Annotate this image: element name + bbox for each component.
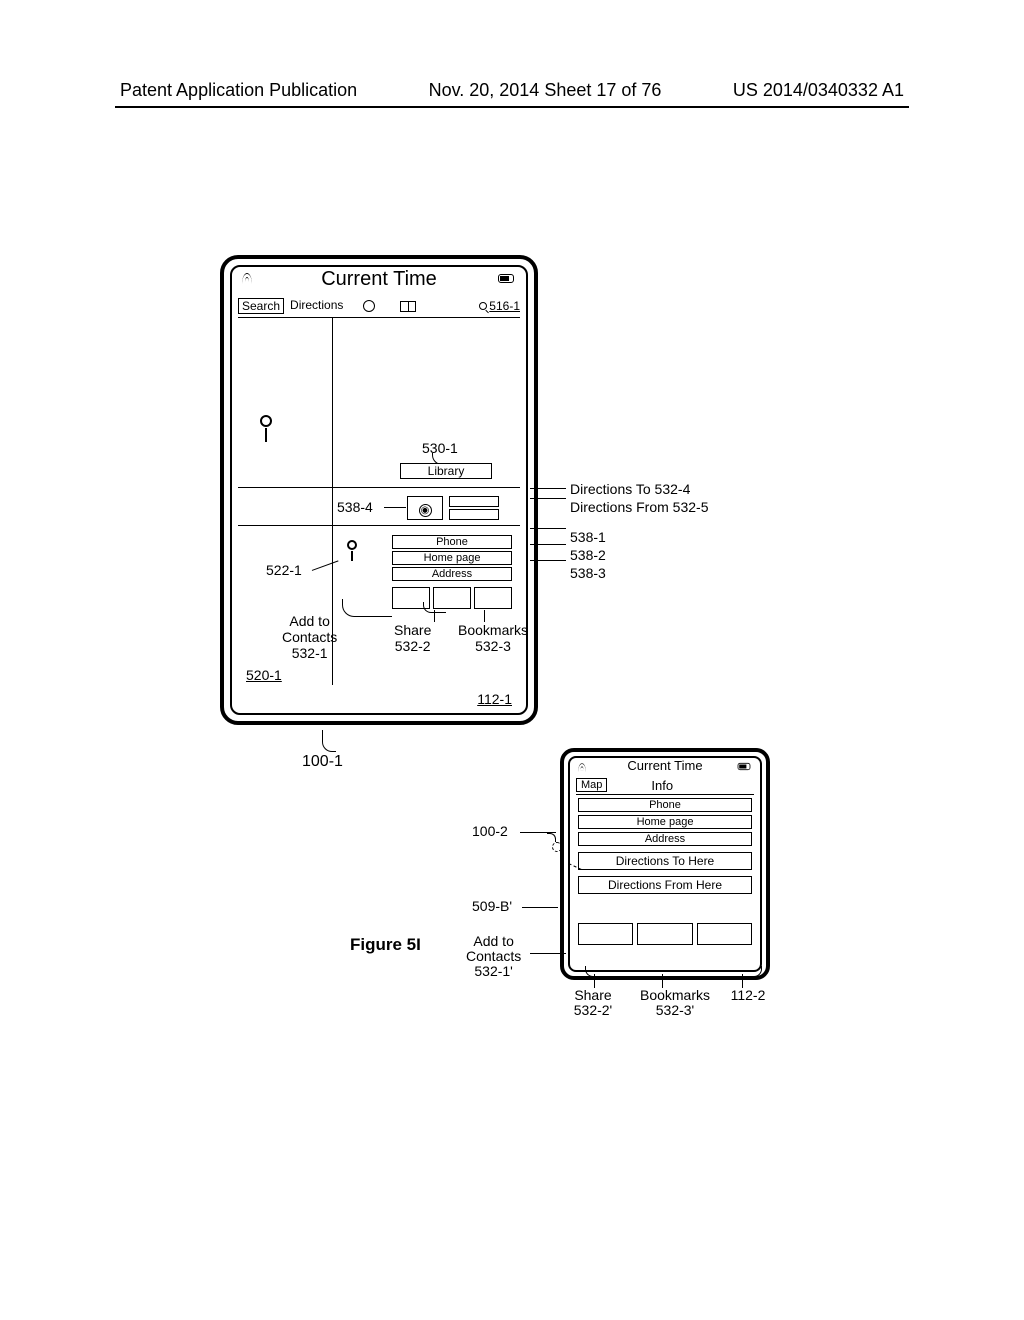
callout-library[interactable]: Library [400, 463, 492, 479]
bookmarks-button[interactable] [697, 923, 752, 945]
leader-509-b [522, 907, 558, 908]
battery-icon [738, 763, 751, 770]
add-to-contacts-button[interactable] [578, 923, 633, 945]
info-label: Info [651, 778, 673, 793]
leader-add-to-contacts [342, 599, 392, 617]
leader-share-2 [594, 974, 595, 988]
directions-to-row[interactable]: Directions To Here [578, 852, 752, 870]
streetview-icon[interactable]: ◉ [407, 496, 443, 520]
wifi-icon [240, 273, 254, 285]
map-horizontal-road-1 [238, 487, 520, 488]
leader-bookmarks [484, 610, 485, 622]
directions-to-button[interactable] [449, 496, 499, 507]
status-title: Current Time [321, 268, 437, 290]
directions-from-button[interactable] [449, 509, 499, 520]
label-538-3: 538-3 [570, 564, 709, 582]
homepage-row[interactable]: Home page [578, 815, 752, 829]
ref-112-2: 112-2 [718, 988, 778, 1018]
label-share-2: Share 532-2' [554, 988, 632, 1018]
label-add-to-contacts: Add to Contacts 532-1 [282, 613, 337, 661]
leader-add-to-contacts-2 [530, 953, 566, 954]
homepage-row[interactable]: Home page [392, 551, 512, 565]
address-row[interactable]: Address [578, 832, 752, 846]
header-center: Nov. 20, 2014 Sheet 17 of 76 [429, 80, 662, 101]
external-labels: Directions To 532-4 Directions From 532-… [570, 480, 709, 582]
ref-520-1: 520-1 [246, 667, 282, 683]
battery-icon [498, 274, 514, 283]
wifi-icon [576, 763, 587, 773]
header-rule [115, 106, 909, 108]
figure-label: Figure 5I [350, 935, 421, 955]
label-538-2: 538-2 [570, 546, 709, 564]
map-button[interactable]: Map [576, 778, 607, 792]
device-100-2: Current Time Map Info Phone Home page Ad… [560, 748, 770, 980]
header-left: Patent Application Publication [120, 80, 357, 101]
label-bookmarks-2: Bookmarks 532-3' [632, 988, 718, 1018]
divider [576, 794, 754, 795]
address-row[interactable]: Address [392, 567, 512, 581]
ref-100-1: 100-1 [302, 753, 343, 771]
action-button-row [578, 923, 752, 945]
leader-112-2 [742, 974, 743, 988]
ref-522-1: 522-1 [266, 562, 302, 578]
directions-tab[interactable]: Directions [287, 298, 346, 314]
status-bar: Current Time [232, 267, 526, 293]
search-field-ref[interactable]: 516-1 [479, 299, 520, 313]
locate-icon[interactable] [363, 300, 375, 312]
pointer-509b [552, 842, 562, 852]
map-horizontal-road-2 [238, 525, 520, 526]
map-pin-icon[interactable] [347, 540, 357, 550]
toolbar-divider [238, 317, 520, 318]
status-bar: Current Time [570, 758, 760, 776]
leader-538-4 [384, 507, 406, 508]
leader-100-1 [322, 730, 336, 752]
view-mode-icon[interactable] [400, 301, 416, 312]
leader-share [434, 610, 435, 622]
ref-100-2: 100-2 [472, 823, 508, 839]
label-share: Share 532-2 [394, 622, 431, 654]
directions-from-row[interactable]: Directions From Here [578, 876, 752, 894]
direction-buttons [449, 496, 499, 522]
device-100-2-screen: Current Time Map Info Phone Home page Ad… [568, 756, 762, 972]
toolbar: Search Directions 516-1 [238, 295, 520, 317]
device-100-1: Current Time Search Directions 516-1 530… [220, 255, 538, 725]
map-pin-icon[interactable] [260, 415, 272, 427]
share-button[interactable] [637, 923, 692, 945]
label-bookmarks: Bookmarks 532-3 [458, 622, 528, 654]
search-ref-label: 516-1 [489, 299, 520, 313]
leader-bookmarks-2 [662, 974, 663, 988]
bookmarks-button[interactable] [474, 587, 512, 609]
device-100-1-screen: Current Time Search Directions 516-1 530… [230, 265, 528, 715]
phone-row[interactable]: Phone [578, 798, 752, 812]
ref-538-4: 538-4 [337, 499, 373, 515]
action-button-row [392, 587, 512, 609]
header-right: US 2014/0340332 A1 [733, 80, 904, 101]
top-row: Map Info [576, 776, 754, 794]
label-532-4: Directions To 532-4 [570, 480, 709, 498]
status-title: Current Time [627, 758, 702, 773]
label-532-5: Directions From 532-5 [570, 498, 709, 516]
leader-100-2 [520, 832, 556, 833]
leader-522-1 [312, 560, 340, 575]
phone-row[interactable]: Phone [392, 535, 512, 549]
search-tab[interactable]: Search [238, 298, 284, 314]
info-rows: Phone Home page Address Directions To He… [578, 798, 752, 897]
bottom-labels-d2: Share 532-2' Bookmarks 532-3' 112-2 [554, 988, 909, 1018]
magnifier-icon [479, 302, 487, 310]
ref-112-1: 112-1 [477, 691, 512, 707]
label-add-to-contacts-2: Add to Contacts 532-1' [466, 934, 521, 979]
label-538-1: 538-1 [570, 528, 709, 546]
ref-509-b-prime: 509-B' [472, 898, 512, 914]
